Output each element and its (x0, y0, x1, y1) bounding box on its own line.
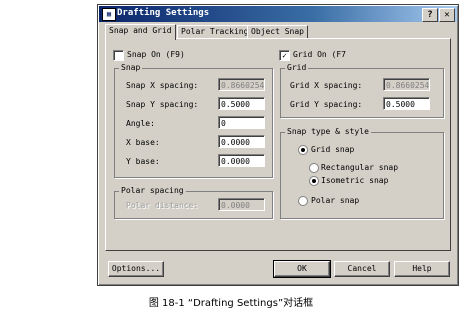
drafting-settings-dialog: ▦ Drafting Settings ? ✕ Snap and Grid Po… (97, 4, 459, 286)
grid-snap-label[interactable]: Grid snap (311, 145, 354, 154)
snap-y-spacing-label: Snap Y spacing: (126, 100, 199, 109)
isometric-snap-label[interactable]: Isometric snap (321, 176, 388, 185)
snap-on-label[interactable]: Snap On (F9) (127, 50, 185, 59)
polar-spacing-group-label: Polar spacing (119, 186, 186, 195)
grid-y-spacing-input[interactable]: 0.5000 (383, 97, 430, 110)
isometric-snap-radio[interactable] (309, 176, 319, 186)
snap-group-label: Snap (119, 63, 143, 72)
rectangular-snap-radio[interactable] (309, 163, 319, 173)
ok-button[interactable]: OK (273, 260, 331, 278)
x-base-input[interactable]: 0.0000 (218, 135, 265, 148)
rectangular-snap-label[interactable]: Rectangular snap (321, 163, 398, 172)
x-base-label: X base: (126, 138, 160, 147)
polar-distance-input[interactable]: 0.0000 (218, 198, 265, 211)
help-button[interactable]: Help (394, 261, 450, 277)
options-button[interactable]: Options... (108, 261, 164, 277)
tab-object-snap[interactable]: Object Snap (247, 25, 308, 39)
angle-label: Angle: (126, 119, 155, 128)
grid-group (280, 68, 444, 118)
grid-snap-radio[interactable] (298, 145, 308, 155)
polar-snap-radio[interactable] (298, 196, 308, 206)
cancel-button[interactable]: Cancel (334, 261, 390, 277)
tab-polar-tracking[interactable]: Polar Tracking (177, 25, 253, 39)
app-icon: ▦ (102, 8, 116, 21)
tab-snap-and-grid[interactable]: Snap and Grid (105, 24, 176, 40)
snap-y-spacing-input[interactable]: 0.5000 (218, 97, 265, 110)
snap-x-spacing-input[interactable]: 0.8660254 (218, 78, 265, 91)
help-title-button[interactable]: ? (422, 8, 438, 22)
snap-on-checkbox[interactable] (113, 50, 124, 61)
window-title: Drafting Settings (117, 8, 210, 18)
grid-on-checkbox[interactable]: ✓ (279, 50, 290, 61)
grid-x-spacing-label: Grid X spacing: (290, 81, 363, 90)
grid-y-spacing-label: Grid Y spacing: (290, 100, 363, 109)
close-button[interactable]: ✕ (439, 8, 455, 22)
snap-type-group-label: Snap type & style (285, 127, 371, 136)
polar-distance-label: Polar distance: (126, 201, 199, 210)
polar-snap-label[interactable]: Polar snap (311, 196, 359, 205)
grid-group-label: Grid (285, 63, 309, 72)
title-bar[interactable]: ▦ Drafting Settings ? ✕ (99, 6, 457, 22)
snap-x-spacing-label: Snap X spacing: (126, 81, 199, 90)
tab-panel: Snap On (F9) ✓ Grid On (F7 Snap Snap X s… (105, 38, 451, 251)
figure-caption: 图 18-1 “Drafting Settings”对话框 (148, 298, 314, 309)
y-base-input[interactable]: 0.0000 (218, 154, 265, 167)
angle-input[interactable]: 0 (218, 116, 265, 129)
grid-x-spacing-input[interactable]: 0.8660254 (383, 78, 430, 91)
grid-on-label[interactable]: Grid On (F7 (293, 50, 346, 59)
y-base-label: Y base: (126, 157, 160, 166)
